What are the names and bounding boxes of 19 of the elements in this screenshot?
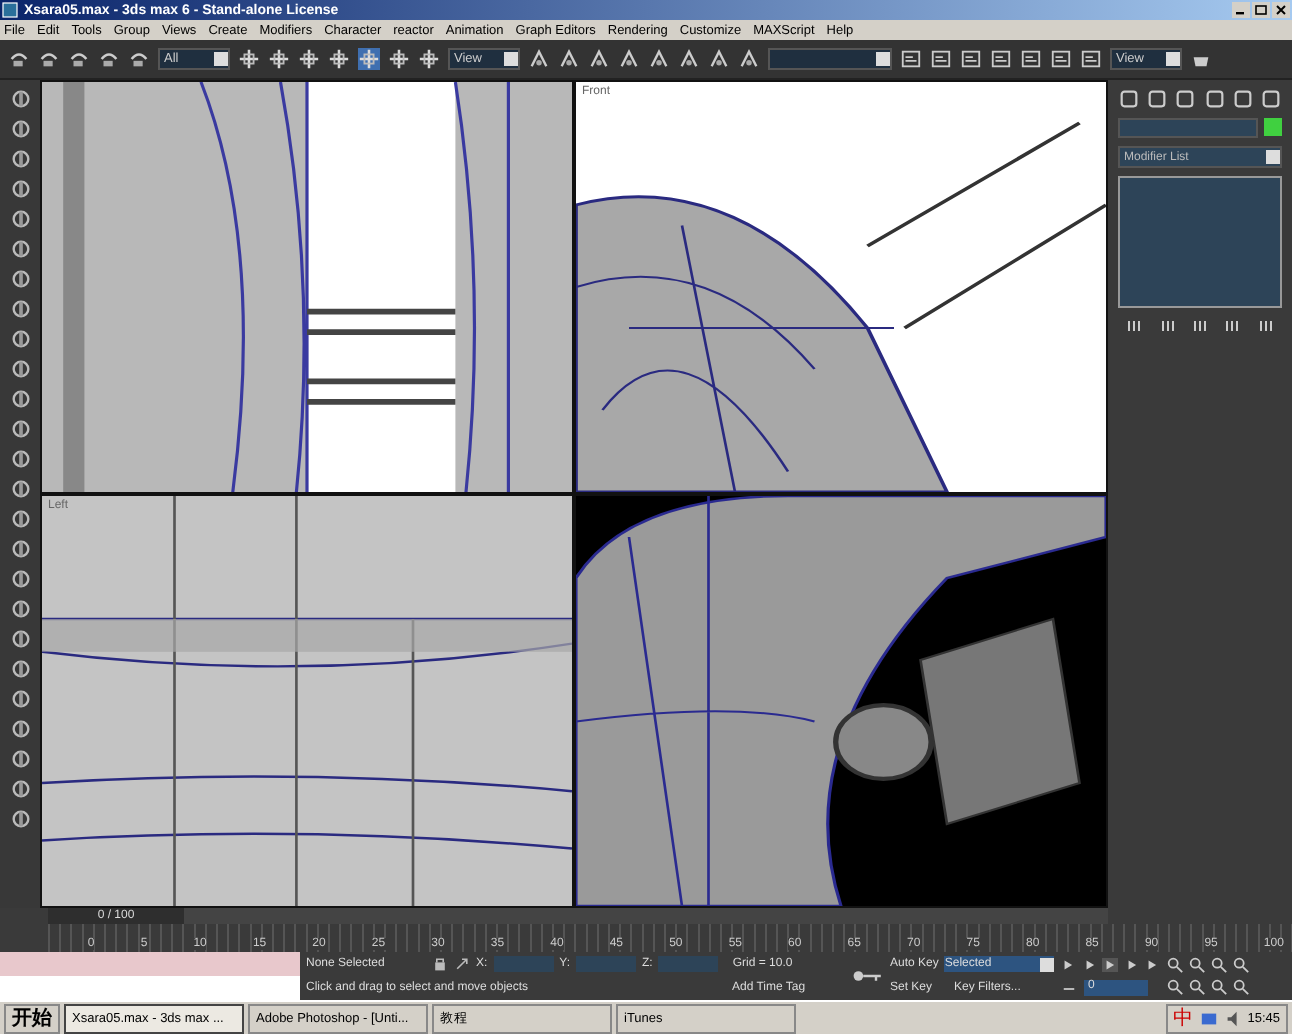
- object-color-swatch[interactable]: [1264, 118, 1282, 136]
- speaker-icon[interactable]: [1223, 1009, 1242, 1027]
- named-selection-field[interactable]: [768, 48, 892, 70]
- input-method-indicator[interactable]: 中: [1173, 1004, 1194, 1032]
- z-coordinate-field[interactable]: [658, 956, 719, 972]
- y-coordinate-field[interactable]: [576, 956, 637, 972]
- app-icon: [2, 2, 18, 18]
- x-coordinate-field[interactable]: [493, 956, 554, 972]
- start-button[interactable]: 开始: [4, 1003, 60, 1033]
- move-icon[interactable]: [358, 48, 380, 70]
- zoom-icon[interactable]: [1166, 956, 1184, 974]
- minimize-icon[interactable]: [1232, 2, 1250, 18]
- maxscript-output-field[interactable]: [0, 976, 300, 1000]
- restore-icon[interactable]: [1252, 2, 1270, 18]
- close-icon[interactable]: [1272, 2, 1290, 18]
- key-icon[interactable]: [852, 966, 884, 986]
- play-icon[interactable]: [1102, 957, 1118, 971]
- maxscript-listener-field[interactable]: [0, 952, 300, 976]
- object-name-field[interactable]: [1118, 118, 1258, 138]
